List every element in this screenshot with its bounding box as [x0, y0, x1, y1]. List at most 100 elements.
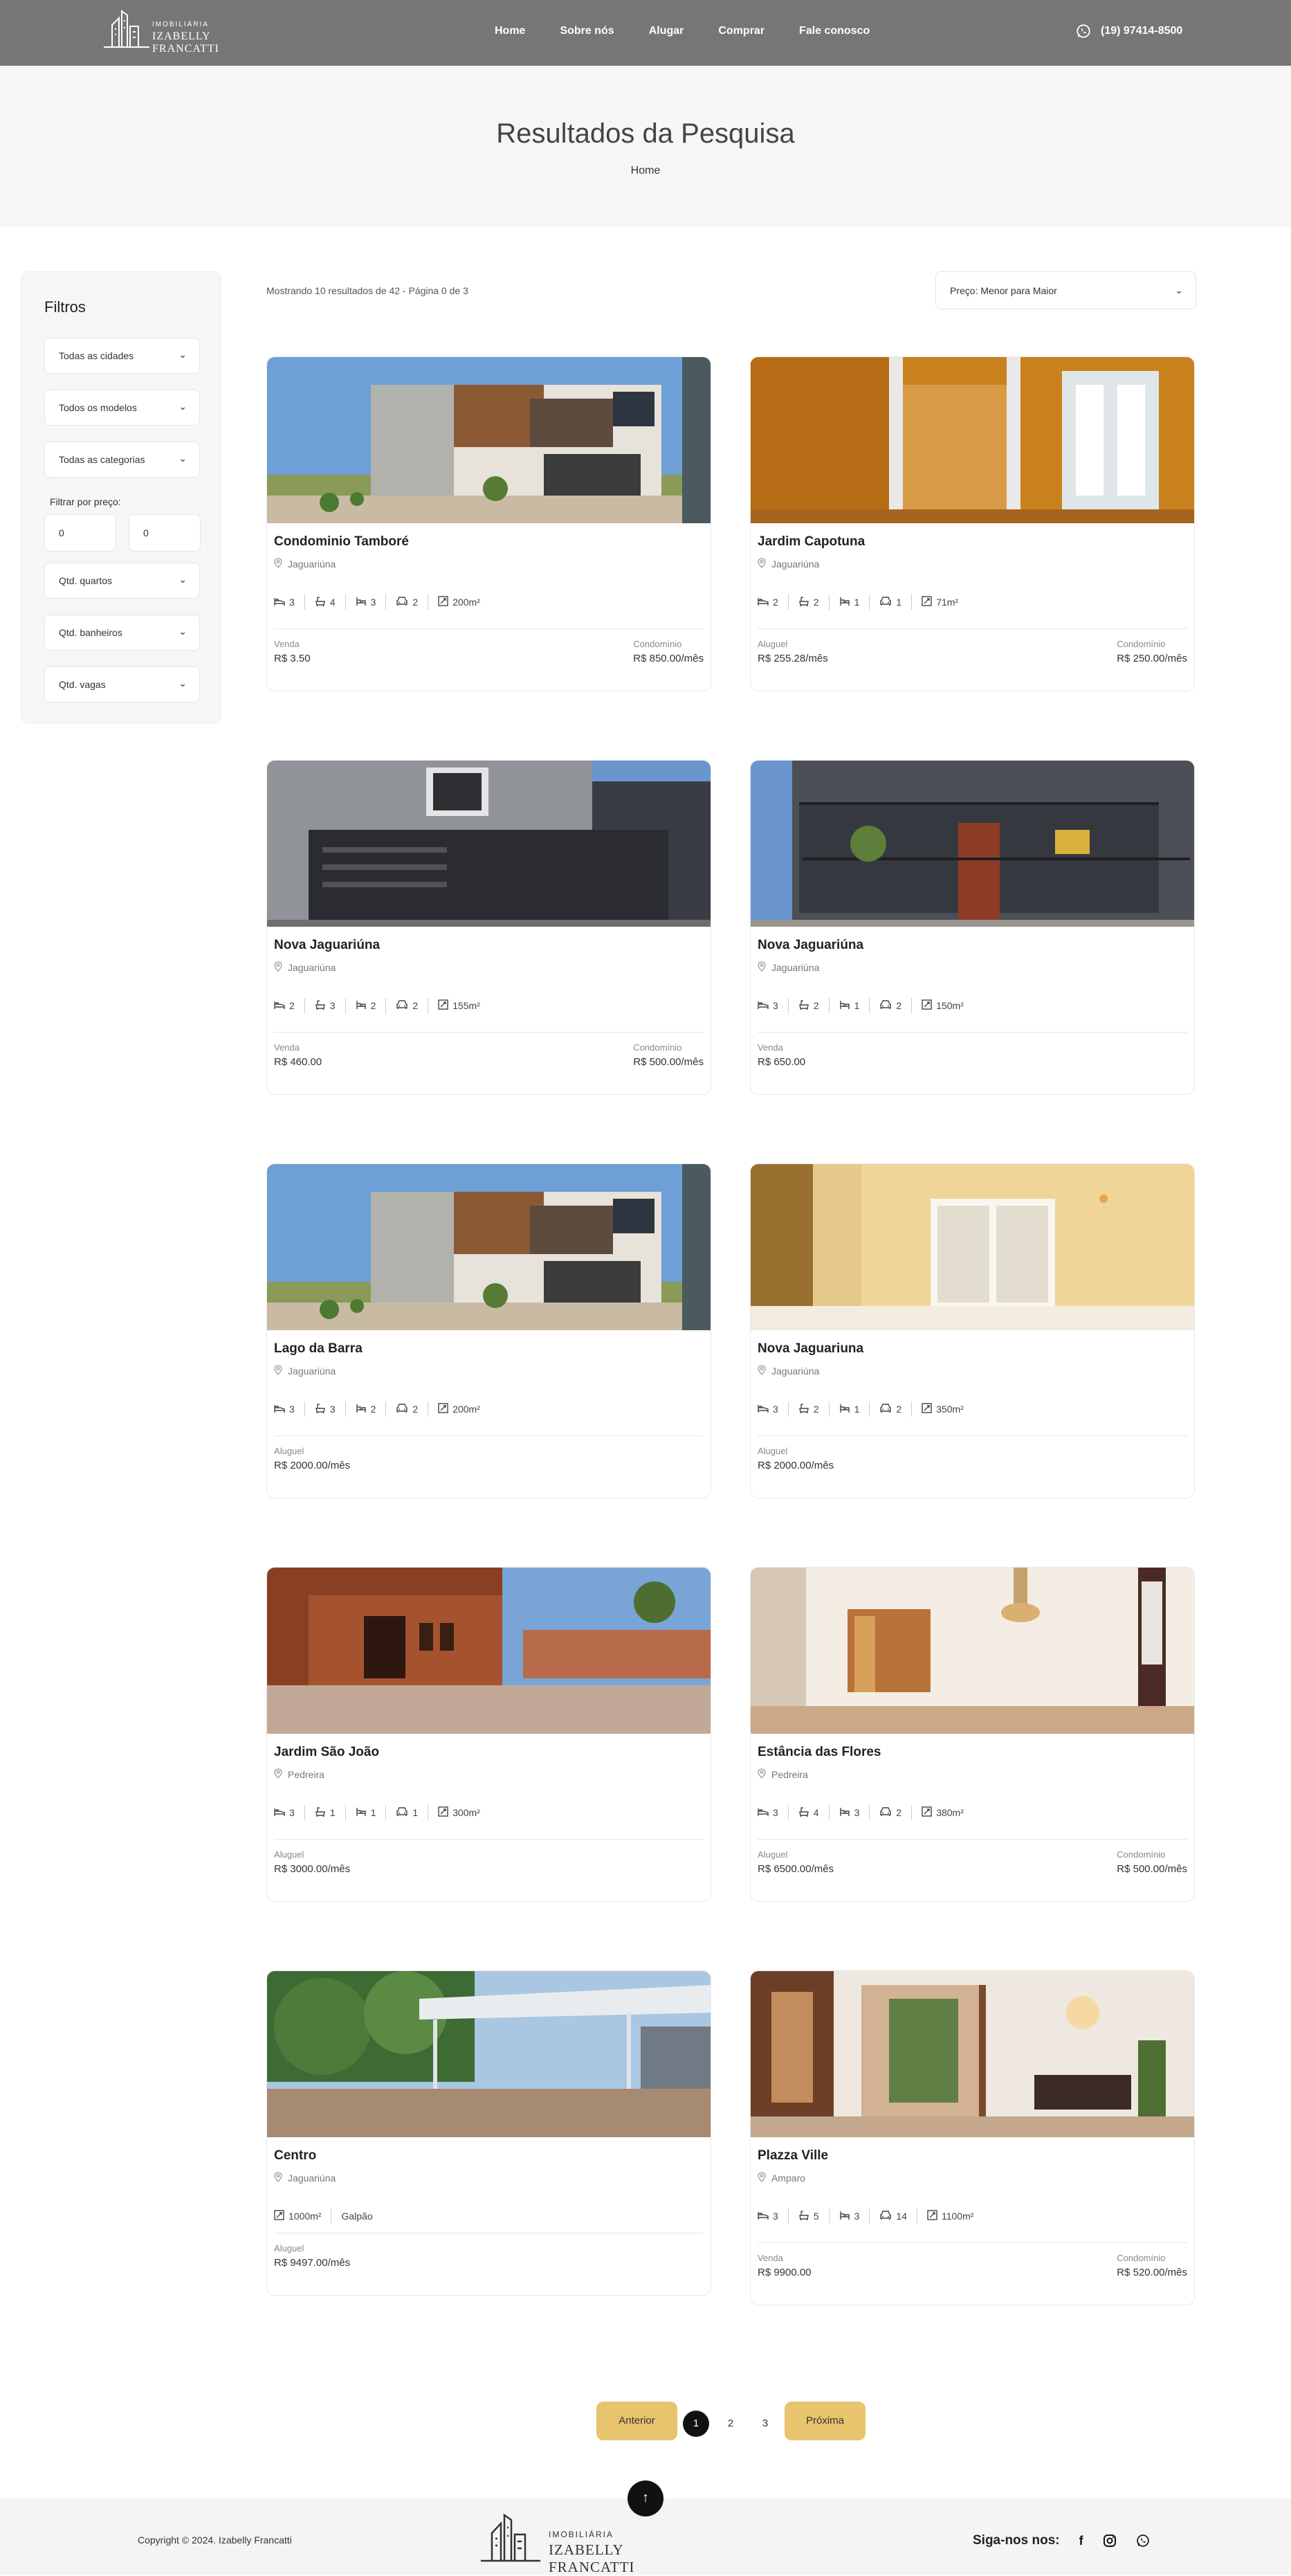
- property-title[interactable]: Lago da Barra: [274, 1341, 363, 1357]
- price-max-input[interactable]: 0: [129, 514, 201, 552]
- sort-select[interactable]: Preço: Menor para Maior ⌄: [935, 271, 1196, 309]
- page-3-button[interactable]: 3: [752, 2411, 778, 2437]
- page-2-button[interactable]: 2: [717, 2411, 744, 2437]
- feature-item: 3: [758, 1402, 788, 1417]
- footer-logo[interactable]: IMOBILIÁRIA IZABELLY FRANCATTI: [479, 2511, 701, 2575]
- price-type: Venda: [758, 1042, 783, 1053]
- property-card[interactable]: Estância das Flores Pedreira 3 4 3 2 380m² Alug…: [750, 1567, 1195, 1902]
- price-type: Venda: [274, 639, 300, 649]
- feature-value: 1: [412, 1807, 419, 1818]
- property-photo[interactable]: [267, 761, 711, 927]
- nav-alugar[interactable]: Alugar: [649, 25, 684, 37]
- feature-item: 3: [828, 1805, 870, 1820]
- phone-link[interactable]: (19) 97414-8500: [1076, 24, 1182, 39]
- map-pin-icon: [274, 558, 282, 570]
- facebook-icon[interactable]: f: [1079, 2534, 1083, 2548]
- property-photo[interactable]: [751, 357, 1194, 523]
- nav-sobre[interactable]: Sobre nós: [560, 25, 614, 37]
- building-logo-icon: [481, 2513, 540, 2562]
- bed-icon: [758, 1404, 769, 1415]
- feature-value: 2: [896, 1404, 902, 1415]
- whatsapp-icon[interactable]: [1136, 2534, 1150, 2548]
- feature-item: 2: [869, 1402, 911, 1417]
- property-features: 3 4 3 2 200m²: [274, 595, 490, 610]
- feature-value: Galpão: [341, 2211, 373, 2222]
- property-title[interactable]: Jardim São João: [274, 1745, 379, 1760]
- condo-block: Condomínio R$ 250.00/mês: [1117, 639, 1187, 664]
- property-card[interactable]: Nova Jaguariúna Jaguariúna 3 2 1 2 150m² Venda R…: [750, 760, 1195, 1095]
- property-title[interactable]: Plazza Ville: [758, 2148, 828, 2164]
- feature-value: 150m²: [936, 1000, 964, 1011]
- property-title[interactable]: Nova Jaguariuna: [758, 1341, 863, 1357]
- chevron-down-icon: ⌄: [1175, 284, 1183, 296]
- feature-item: 2: [758, 595, 788, 610]
- city-select[interactable]: Todas as cidades ⌄: [44, 338, 200, 374]
- back-to-top-button[interactable]: ↑: [628, 2480, 663, 2516]
- feature-item: 1: [828, 998, 870, 1013]
- property-city: Jaguariúna: [288, 2173, 336, 2184]
- feature-item: 3: [828, 2208, 870, 2224]
- property-features: 3 4 3 2 380m²: [758, 1805, 973, 1820]
- car-icon: [879, 596, 892, 608]
- property-title[interactable]: Jardim Capotuna: [758, 534, 865, 550]
- next-page-button[interactable]: Próxima: [785, 2402, 866, 2440]
- nav-home[interactable]: Home: [495, 25, 525, 37]
- map-pin-icon: [758, 2172, 766, 2184]
- property-title[interactable]: Centro: [274, 2148, 316, 2164]
- feature-item: 3: [758, 1805, 788, 1820]
- bed-icon: [274, 1404, 285, 1415]
- condo-label: Condomínio: [1117, 639, 1166, 649]
- parking-select[interactable]: Qtd. vagas ⌄: [44, 666, 200, 702]
- category-select[interactable]: Todas as categorias ⌄: [44, 442, 200, 478]
- property-title[interactable]: Nova Jaguariúna: [274, 938, 380, 953]
- property-photo[interactable]: [267, 1568, 711, 1734]
- price-min-input[interactable]: 0: [44, 514, 116, 552]
- area-icon: [927, 2210, 937, 2222]
- property-card[interactable]: Nova Jaguariuna Jaguariúna 3 2 1 2 350m² Alugue…: [750, 1163, 1195, 1498]
- feature-item: 2: [345, 998, 386, 1013]
- property-city: Jaguariúna: [771, 962, 820, 973]
- property-photo[interactable]: [751, 761, 1194, 927]
- property-photo[interactable]: [267, 1971, 711, 2137]
- property-card[interactable]: Plazza Ville Amparo 3 5 3 14 1100m² Venda R$ 990…: [750, 1970, 1195, 2305]
- nav-comprar[interactable]: Comprar: [718, 25, 764, 37]
- property-card[interactable]: Nova Jaguariúna Jaguariúna 2 3 2 2 155m² Venda R…: [266, 760, 711, 1095]
- feature-value: 1000m²: [289, 2211, 322, 2222]
- property-features: 3 1 1 1 300m²: [274, 1805, 490, 1820]
- property-photo[interactable]: [267, 357, 711, 523]
- price-block: Aluguel R$ 6500.00/mês: [758, 1849, 834, 1875]
- arrow-up-icon: ↑: [642, 2490, 649, 2505]
- feature-item: 4: [787, 1805, 829, 1820]
- bedrooms-select-value: Qtd. quartos: [59, 575, 113, 586]
- instagram-icon[interactable]: [1103, 2534, 1117, 2548]
- condo-label: Condomínio: [633, 639, 682, 649]
- page-1-button[interactable]: 1: [683, 2411, 709, 2437]
- property-photo[interactable]: [267, 1164, 711, 1330]
- prev-page-button[interactable]: Anterior: [596, 2402, 677, 2440]
- property-photo[interactable]: [751, 1164, 1194, 1330]
- property-photo[interactable]: [751, 1971, 1194, 2137]
- nav-contato[interactable]: Fale conosco: [799, 25, 870, 37]
- bathrooms-select[interactable]: Qtd. banheiros ⌄: [44, 615, 200, 651]
- property-card[interactable]: Condominio Tamboré Jaguariúna 3 4 3 2 200m² Ven…: [266, 356, 711, 691]
- bedrooms-select[interactable]: Qtd. quartos ⌄: [44, 563, 200, 599]
- property-card[interactable]: Jardim São João Pedreira 3 1 1 1 300m² Aluguel R…: [266, 1567, 711, 1902]
- bath-icon: [798, 2210, 809, 2223]
- feature-item: 71m²: [911, 595, 968, 610]
- car-icon: [396, 999, 408, 1012]
- property-title[interactable]: Estância das Flores: [758, 1745, 881, 1760]
- property-card[interactable]: Jardim Capotuna Jaguariúna 2 2 1 1 71m² Aluguel…: [750, 356, 1195, 691]
- property-city: Jaguariúna: [288, 962, 336, 973]
- model-select[interactable]: Todos os modelos ⌄: [44, 390, 200, 426]
- property-title[interactable]: Nova Jaguariúna: [758, 938, 863, 953]
- car-icon: [396, 1403, 408, 1415]
- property-photo[interactable]: [751, 1568, 1194, 1734]
- logo[interactable]: IMOBILIÁRIA IZABELLY FRANCATTI: [102, 8, 275, 55]
- property-card[interactable]: Lago da Barra Jaguariúna 3 3 2 2 200m² Aluguel R…: [266, 1163, 711, 1498]
- property-card[interactable]: Centro Jaguariúna 1000m² Galpão Aluguel R$ 94…: [266, 1970, 711, 2296]
- bed-icon: [758, 597, 769, 608]
- area-icon: [274, 2210, 284, 2222]
- breadcrumb[interactable]: Home: [0, 165, 1291, 177]
- property-title[interactable]: Condominio Tamboré: [274, 534, 409, 550]
- feature-value: 1: [329, 1807, 336, 1818]
